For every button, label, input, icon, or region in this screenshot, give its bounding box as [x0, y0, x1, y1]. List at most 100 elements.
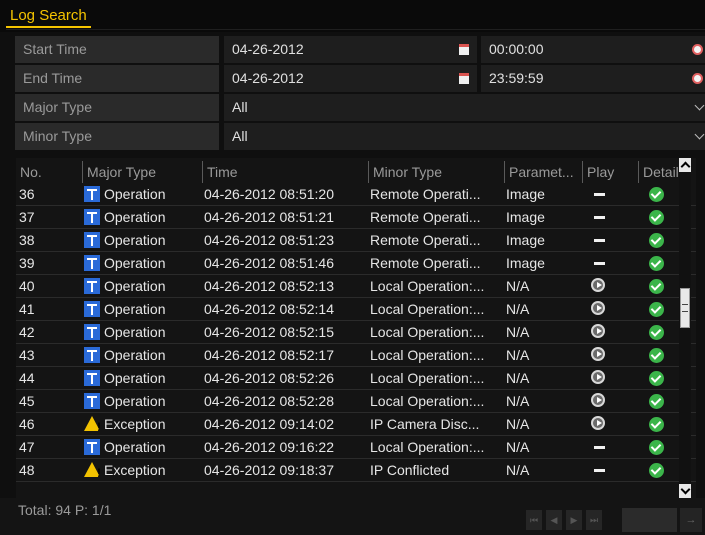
next-page-button[interactable]: ▶ — [566, 510, 582, 530]
details-check-icon[interactable] — [649, 302, 664, 317]
col-minor-type[interactable]: Minor Type — [368, 161, 504, 183]
play-icon[interactable] — [591, 324, 605, 338]
details-check-icon[interactable] — [649, 463, 664, 478]
cell-details — [639, 436, 679, 458]
play-icon[interactable] — [591, 301, 605, 315]
play-icon[interactable] — [591, 416, 605, 430]
dash-icon — [594, 469, 605, 472]
cell-no: 39 — [19, 255, 35, 271]
cell-play — [582, 367, 637, 389]
cell-major-type: Operation — [84, 321, 202, 343]
clock-icon[interactable] — [692, 73, 703, 84]
table-row[interactable]: 42 Operation 04-26-2012 08:52:15 Local Oper… — [16, 321, 696, 344]
table-row[interactable]: 46! Exception 04-26-2012 09:14:02 IP Camera… — [16, 413, 696, 436]
dash-icon — [594, 239, 605, 242]
details-check-icon[interactable] — [649, 371, 664, 386]
table-row[interactable]: 40 Operation 04-26-2012 08:52:13 Local Oper… — [16, 275, 696, 298]
table-row[interactable]: 41 Operation 04-26-2012 08:52:14 Local Oper… — [16, 298, 696, 321]
col-major-type[interactable]: Major Type — [82, 161, 202, 183]
cell-play — [582, 298, 637, 320]
tab-log-search[interactable]: Log Search — [6, 6, 91, 28]
last-page-button[interactable]: ⏭ — [586, 510, 602, 530]
col-parameter[interactable]: Paramet... — [504, 161, 582, 183]
cell-minor-type: Local Operation:... — [370, 347, 485, 363]
major-type-select[interactable]: All — [224, 94, 705, 121]
details-check-icon[interactable] — [649, 394, 664, 409]
cell-details — [639, 321, 679, 343]
details-check-icon[interactable] — [649, 210, 664, 225]
details-check-icon[interactable] — [649, 256, 664, 271]
table-row[interactable]: 38 Operation 04-26-2012 08:51:23 Remote Ope… — [16, 229, 696, 252]
table-row[interactable]: 43 Operation 04-26-2012 08:52:17 Local Oper… — [16, 344, 696, 367]
cell-minor-type: Remote Operati... — [370, 186, 481, 202]
details-check-icon[interactable] — [649, 279, 664, 294]
scroll-thumb[interactable] — [680, 288, 690, 328]
cell-no: 41 — [19, 301, 35, 317]
cell-major-type-text: Operation — [104, 301, 166, 317]
go-button[interactable]: → — [680, 508, 702, 532]
page-number-input[interactable] — [622, 508, 677, 532]
details-check-icon[interactable] — [649, 440, 664, 455]
cell-major-type: ! Exception — [84, 459, 202, 481]
filter-form: Start Time 04-26-2012 00:00:00 End Time … — [15, 36, 705, 152]
cell-major-type-text: Operation — [104, 255, 166, 271]
cell-play — [582, 183, 637, 205]
cell-major-type-text: Exception — [104, 416, 166, 432]
start-time-field[interactable]: 00:00:00 — [481, 36, 705, 63]
start-date-field[interactable]: 04-26-2012 — [224, 36, 477, 63]
end-time-field[interactable]: 23:59:59 — [481, 65, 705, 92]
play-icon[interactable] — [591, 393, 605, 407]
details-check-icon[interactable] — [649, 348, 664, 363]
cell-play — [582, 321, 637, 343]
cell-parameter: N/A — [506, 393, 530, 409]
cell-minor-type: Remote Operati... — [370, 232, 481, 248]
col-play[interactable]: Play — [582, 161, 638, 183]
cell-no: 36 — [19, 186, 35, 202]
play-icon[interactable] — [591, 347, 605, 361]
end-date-field[interactable]: 04-26-2012 — [224, 65, 477, 92]
cell-time: 04-26-2012 08:52:14 — [204, 301, 334, 317]
details-check-icon[interactable] — [649, 187, 664, 202]
table-header: No. Major Type Time Minor Type Paramet..… — [16, 161, 696, 183]
dash-icon — [594, 216, 605, 219]
calendar-icon[interactable] — [459, 73, 469, 84]
table-row[interactable]: 39 Operation 04-26-2012 08:51:46 Remote Ope… — [16, 252, 696, 275]
cell-major-type: Operation — [84, 367, 202, 389]
clock-icon[interactable] — [692, 44, 703, 55]
cell-major-type-text: Operation — [104, 324, 166, 340]
table-row[interactable]: 37 Operation 04-26-2012 08:51:21 Remote Ope… — [16, 206, 696, 229]
table-row[interactable]: 48! Exception 04-26-2012 09:18:37 IP Confli… — [16, 459, 696, 482]
cell-time: 04-26-2012 08:52:13 — [204, 278, 334, 294]
cell-details — [639, 367, 679, 389]
details-check-icon[interactable] — [649, 233, 664, 248]
details-check-icon[interactable] — [649, 325, 664, 340]
cell-details — [639, 413, 679, 435]
cell-no: 37 — [19, 209, 35, 225]
cell-major-type: Operation — [84, 229, 202, 251]
first-page-button[interactable]: ⏮ — [526, 510, 542, 530]
cell-time: 04-26-2012 09:18:37 — [204, 462, 334, 478]
minor-type-select[interactable]: All — [224, 123, 705, 150]
cell-time: 04-26-2012 08:51:46 — [204, 255, 334, 271]
operation-icon — [84, 370, 100, 386]
table-row[interactable]: 36 Operation 04-26-2012 08:51:20 Remote Ope… — [16, 183, 696, 206]
scroll-down-icon[interactable] — [679, 484, 691, 498]
col-no[interactable]: No. — [16, 161, 82, 183]
cell-minor-type: Remote Operati... — [370, 209, 481, 225]
prev-page-button[interactable]: ◀ — [546, 510, 562, 530]
table-row[interactable]: 44 Operation 04-26-2012 08:52:26 Local Oper… — [16, 367, 696, 390]
table-row[interactable]: 45 Operation 04-26-2012 08:52:28 Local Oper… — [16, 390, 696, 413]
col-time[interactable]: Time — [202, 161, 368, 183]
cell-parameter: N/A — [506, 370, 530, 386]
cell-major-type: Operation — [84, 252, 202, 274]
vertical-scrollbar[interactable] — [679, 158, 691, 498]
details-check-icon[interactable] — [649, 417, 664, 432]
play-icon[interactable] — [591, 278, 605, 292]
play-icon[interactable] — [591, 370, 605, 384]
scroll-up-icon[interactable] — [679, 158, 691, 172]
cell-play — [582, 459, 637, 481]
calendar-icon[interactable] — [459, 44, 469, 55]
table-row[interactable]: 47 Operation 04-26-2012 09:16:22 Local Oper… — [16, 436, 696, 459]
cell-time: 04-26-2012 08:52:26 — [204, 370, 334, 386]
cell-parameter: N/A — [506, 462, 530, 478]
